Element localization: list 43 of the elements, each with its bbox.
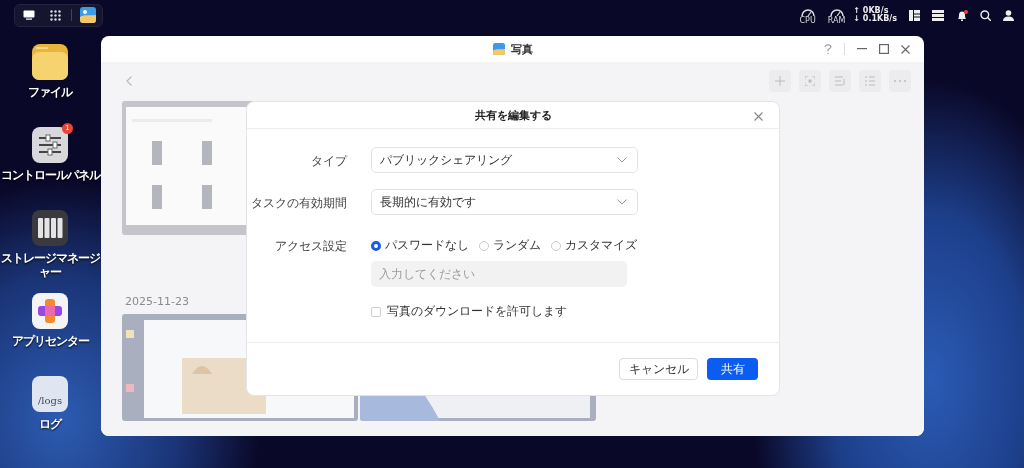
radio-button[interactable] — [371, 240, 381, 251]
folder-icon[interactable] — [32, 44, 68, 80]
widget-panel-icon[interactable] — [909, 9, 920, 21]
close-icon[interactable] — [754, 112, 763, 121]
date-heading: 2025-11-23 — [125, 295, 189, 308]
desktop-icon-label[interactable]: コントロールパネル — [0, 168, 100, 183]
dropdown[interactable]: 長期的に有効です — [371, 189, 638, 215]
radio-label[interactable]: ランダム — [493, 237, 541, 254]
photos-app-icon — [492, 43, 505, 55]
chevron-down-icon — [617, 199, 627, 205]
notification-icon[interactable] — [956, 9, 968, 21]
window-title: 写真 — [510, 41, 533, 57]
app-center-icon[interactable] — [32, 293, 68, 329]
radio-label[interactable]: カスタマイズ — [565, 237, 637, 254]
cancel-button[interactable]: キャンセル — [619, 358, 698, 380]
upload-rate: ↑ 0KB/s — [853, 7, 889, 15]
desktop-icon-label[interactable]: ログ — [39, 417, 61, 432]
share-button[interactable]: 共有 — [707, 358, 758, 380]
chevron-down-icon — [617, 157, 627, 163]
sliders-icon[interactable] — [32, 127, 68, 163]
field-label: アクセス設定 — [275, 239, 347, 253]
field-label: タスクの有効期間 — [251, 196, 347, 210]
user-icon[interactable] — [1003, 9, 1014, 21]
drive-bays-icon[interactable] — [32, 210, 68, 246]
dialog-title: 共有を編集する — [474, 107, 552, 123]
log-file-icon[interactable]: /logs — [32, 376, 68, 412]
photos-app-icon[interactable] — [78, 5, 98, 25]
download-rate: ↓ 0.1KB/s — [853, 15, 897, 23]
field-label: タイプ — [311, 154, 347, 168]
desktop-icon-label[interactable]: ストレージマネージャー — [0, 251, 100, 280]
close-icon[interactable] — [901, 44, 910, 54]
checkbox[interactable] — [371, 306, 381, 317]
checkbox-label[interactable]: 写真のダウンロードを許可します — [387, 303, 567, 320]
ram-gauge: RAM — [827, 5, 846, 25]
dropdown[interactable]: パブリックシェアリング — [371, 147, 638, 173]
desktop-icon-label[interactable]: ファイル — [28, 85, 72, 100]
search-icon[interactable] — [980, 9, 991, 21]
cpu-gauge: CPU — [799, 5, 816, 25]
minimize-icon[interactable] — [857, 48, 867, 50]
maximize-icon[interactable] — [879, 44, 889, 54]
radio-label[interactable]: パスワードなし — [385, 237, 469, 254]
desktop-icon-label[interactable]: アプリセンター — [11, 334, 89, 349]
server-icon[interactable] — [932, 9, 944, 21]
